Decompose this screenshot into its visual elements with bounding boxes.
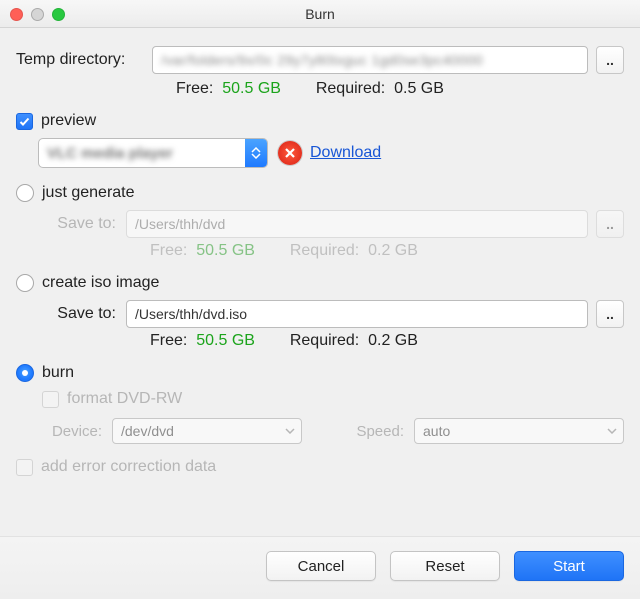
preview-player-select[interactable]: VLC media player xyxy=(38,138,268,168)
iso-stats: Free: 50.5 GB Required: 0.2 GB xyxy=(150,332,624,350)
iso-radio[interactable] xyxy=(16,274,34,292)
preview-checkbox[interactable] xyxy=(16,113,33,130)
iso-browse-button[interactable]: .. xyxy=(596,300,624,328)
jg-browse-button: .. xyxy=(596,210,624,238)
format-dvdrw-checkbox xyxy=(42,391,59,408)
device-label: Device: xyxy=(42,423,102,440)
stepper-arrows-icon xyxy=(245,139,267,167)
burn-label: burn xyxy=(42,364,74,382)
chevron-down-icon xyxy=(285,428,295,434)
iso-row: create iso image xyxy=(16,274,624,292)
device-select: /dev/dvd xyxy=(112,418,302,444)
just-generate-row: just generate xyxy=(16,184,624,202)
window-controls xyxy=(10,0,65,28)
iso-label: create iso image xyxy=(42,274,159,292)
preview-label: preview xyxy=(41,112,96,130)
download-link[interactable]: Download xyxy=(310,144,381,162)
just-generate-label: just generate xyxy=(42,184,135,202)
zoom-window-button[interactable] xyxy=(52,8,65,21)
temp-directory-label: Temp directory: xyxy=(16,51,152,69)
temp-directory-stats: Free: 50.5 GB Required: 0.5 GB xyxy=(176,80,624,98)
jg-saveto-input: /Users/thh/dvd xyxy=(126,210,588,238)
window-title: Burn xyxy=(0,6,640,22)
preview-row: preview xyxy=(16,112,624,130)
ecc-checkbox xyxy=(16,459,33,476)
cancel-button[interactable]: Cancel xyxy=(266,551,376,581)
iso-saveto-input[interactable]: /Users/thh/dvd.iso xyxy=(126,300,588,328)
close-window-button[interactable] xyxy=(10,8,23,21)
reset-button[interactable]: Reset xyxy=(390,551,500,581)
burn-radio[interactable] xyxy=(16,364,34,382)
titlebar: Burn xyxy=(0,0,640,28)
speed-label: Speed: xyxy=(349,423,404,440)
temp-directory-input[interactable]: /var/folders/9x/0c 29y7y80txguc 1gd0se3p… xyxy=(152,46,588,74)
iso-saveto-label: Save to: xyxy=(42,305,116,323)
temp-directory-row: Temp directory: /var/folders/9x/0c 29y7y… xyxy=(16,46,624,74)
speed-select: auto xyxy=(414,418,624,444)
jg-stats: Free: 50.5 GB Required: 0.2 GB xyxy=(150,242,624,260)
temp-directory-browse-button[interactable]: .. xyxy=(596,46,624,74)
format-dvdrw-label: format DVD-RW xyxy=(67,390,182,408)
start-button[interactable]: Start xyxy=(514,551,624,581)
just-generate-radio[interactable] xyxy=(16,184,34,202)
chevron-down-icon xyxy=(607,428,617,434)
ecc-label: add error correction data xyxy=(41,458,216,476)
dialog-footer: Cancel Reset Start xyxy=(0,536,640,599)
minimize-window-button xyxy=(31,8,44,21)
jg-saveto-label: Save to: xyxy=(42,215,116,233)
burn-row: burn xyxy=(16,364,624,382)
error-icon xyxy=(278,141,302,165)
